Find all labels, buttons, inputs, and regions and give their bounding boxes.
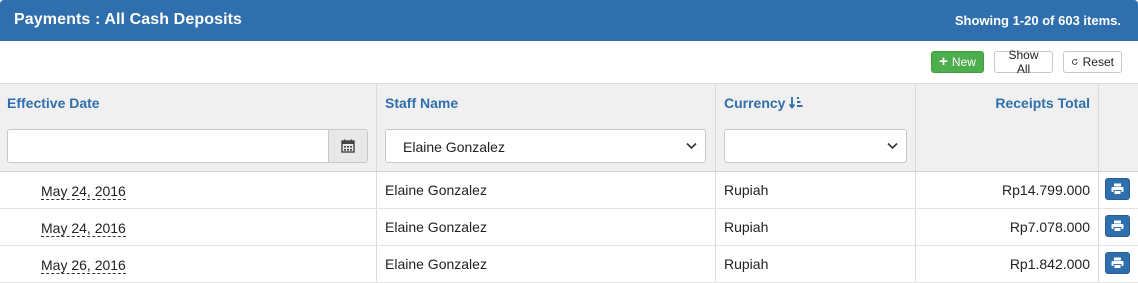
deposits-table: Effective Date Staff Name Currency Recei… bbox=[0, 83, 1138, 283]
currency-cell: Rupiah bbox=[724, 182, 769, 198]
show-all-button[interactable]: Show All bbox=[994, 48, 1053, 76]
staff-name-cell: Elaine Gonzalez bbox=[385, 256, 487, 272]
calendar-icon bbox=[341, 139, 355, 153]
table-header-row: Effective Date Staff Name Currency Recei… bbox=[0, 84, 1138, 172]
date-picker-button[interactable] bbox=[328, 130, 367, 162]
plus-icon: + bbox=[939, 53, 948, 70]
table-row: May 24, 2016 Elaine Gonzalez Rupiah Rp14… bbox=[0, 172, 1138, 209]
print-button[interactable] bbox=[1105, 252, 1130, 274]
table-row: May 24, 2016 Elaine Gonzalez Rupiah Rp7.… bbox=[0, 209, 1138, 246]
staff-name-cell: Elaine Gonzalez bbox=[385, 219, 487, 235]
reset-button-label: Reset bbox=[1082, 55, 1114, 69]
column-header-receipts-total[interactable]: Receipts Total bbox=[995, 95, 1090, 111]
reset-button[interactable]: Reset bbox=[1063, 51, 1122, 73]
sort-ascending-icon bbox=[789, 97, 803, 109]
staff-name-selected-value: Elaine Gonzalez bbox=[403, 139, 505, 155]
column-header-currency[interactable]: Currency bbox=[724, 95, 803, 111]
refresh-icon bbox=[1072, 58, 1078, 65]
effective-date-cell[interactable]: May 24, 2016 bbox=[41, 220, 126, 237]
receipts-total-cell: Rp7.078.000 bbox=[1009, 219, 1090, 235]
items-summary: Showing 1-20 of 603 items. bbox=[954, 13, 1121, 28]
currency-cell: Rupiah bbox=[724, 219, 769, 235]
panel-header: Payments : All Cash Deposits Showing 1-2… bbox=[0, 0, 1138, 41]
receipts-total-cell: Rp14.799.000 bbox=[1002, 182, 1090, 198]
currency-filter-select[interactable] bbox=[724, 129, 907, 163]
staff-name-filter-select[interactable]: Elaine Gonzalez bbox=[385, 129, 706, 163]
table-row: May 26, 2016 Elaine Gonzalez Rupiah Rp1.… bbox=[0, 246, 1138, 283]
column-header-effective-date[interactable]: Effective Date bbox=[7, 95, 100, 111]
chevron-down-icon bbox=[887, 142, 898, 150]
print-icon bbox=[1111, 257, 1124, 269]
print-icon bbox=[1111, 183, 1124, 195]
effective-date-cell[interactable]: May 26, 2016 bbox=[41, 257, 126, 274]
new-button-label: New bbox=[951, 55, 976, 69]
print-icon bbox=[1111, 220, 1124, 232]
print-button[interactable] bbox=[1105, 215, 1130, 237]
chevron-down-icon bbox=[686, 142, 697, 150]
new-button[interactable]: + New bbox=[931, 51, 984, 73]
currency-cell: Rupiah bbox=[724, 256, 769, 272]
effective-date-input[interactable] bbox=[8, 130, 328, 162]
receipts-total-cell: Rp1.842.000 bbox=[1009, 256, 1090, 272]
print-button[interactable] bbox=[1105, 178, 1130, 200]
show-all-button-label: Show All bbox=[1008, 48, 1039, 76]
staff-name-cell: Elaine Gonzalez bbox=[385, 182, 487, 198]
currency-header-label: Currency bbox=[724, 95, 786, 111]
effective-date-cell[interactable]: May 24, 2016 bbox=[41, 183, 126, 200]
column-header-staff-name[interactable]: Staff Name bbox=[385, 95, 458, 111]
page-title: Payments : All Cash Deposits bbox=[14, 11, 243, 28]
effective-date-filter bbox=[7, 129, 368, 163]
